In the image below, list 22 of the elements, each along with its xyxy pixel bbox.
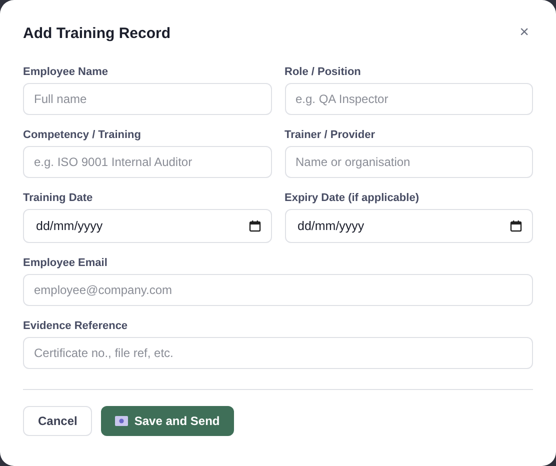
cancel-button[interactable]: Cancel xyxy=(23,406,92,436)
field-label: Training Date xyxy=(23,192,94,204)
field-label: Trainer / Provider xyxy=(284,129,376,141)
input-field[interactable]: e.g. ISO 9001 Internal Auditor xyxy=(23,146,272,178)
calendar-icon xyxy=(510,220,522,232)
input-field[interactable]: Full name xyxy=(23,83,272,115)
field-label: Competency / Training xyxy=(23,129,142,141)
input-field[interactable]: Name or organisation xyxy=(284,146,533,178)
calendar-icon xyxy=(248,220,260,232)
save-and-send-button[interactable]: Save and Send xyxy=(101,406,234,436)
field-label: Employee Email xyxy=(23,257,108,269)
field-label: Expiry Date (if applicable) xyxy=(284,192,420,204)
date-field[interactable]: dd/mm/yyyy xyxy=(284,209,533,243)
field-label: Employee Name xyxy=(23,66,109,78)
dialog-title: Add Training Record xyxy=(23,24,171,42)
input-field[interactable]: Certificate no., file ref, etc. xyxy=(23,337,533,369)
field-label: Role / Position xyxy=(284,66,362,78)
close-button[interactable]: × xyxy=(516,24,533,42)
field-label: Evidence Reference xyxy=(23,320,129,332)
date-field[interactable]: dd/mm/yyyy xyxy=(23,209,272,243)
input-field[interactable]: e.g. QA Inspector xyxy=(284,83,533,115)
input-field[interactable]: employee@company.com xyxy=(23,274,533,306)
